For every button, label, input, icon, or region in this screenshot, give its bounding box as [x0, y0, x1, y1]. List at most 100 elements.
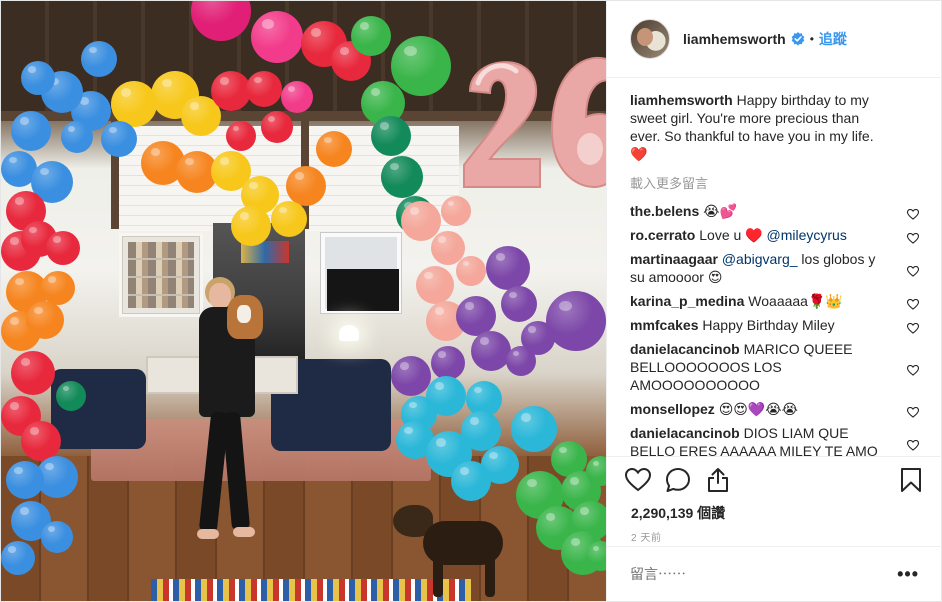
comment-like-heart-icon[interactable]: [906, 263, 920, 277]
like-count[interactable]: 2,290,139 個讚: [623, 503, 926, 523]
tv: [327, 269, 399, 311]
balloon: [416, 266, 454, 304]
comment-username[interactable]: ro.cerrato: [630, 227, 695, 243]
avatar[interactable]: [630, 19, 670, 59]
balloon: [271, 201, 307, 237]
separator-dot: •: [809, 32, 814, 46]
comment-row: ro.cerrato Love u ♥️ @mileycyrus: [630, 226, 920, 244]
balloon: [251, 11, 303, 63]
balloon: [391, 356, 431, 396]
balloon: [456, 256, 486, 286]
balloon: [391, 36, 451, 96]
balloon: [21, 61, 55, 95]
post-photo[interactable]: [1, 1, 606, 601]
comments-list[interactable]: liamhemsworth Happy birthday to my sweet…: [607, 79, 942, 456]
add-comment-bar: •••: [607, 546, 942, 601]
balloon: [211, 71, 251, 111]
verified-badge-icon: [791, 32, 805, 46]
balloon: [231, 206, 271, 246]
comment-input[interactable]: [630, 566, 898, 582]
caption-username[interactable]: liamhemsworth: [630, 92, 733, 108]
post-actions: 2,290,139 個讚 2 天前: [607, 456, 942, 546]
comment-row: karina_p_medina Woaaaaa🌹👑: [630, 292, 920, 310]
comment-like-heart-icon[interactable]: [906, 437, 920, 451]
balloon: [461, 411, 501, 451]
load-more-comments-link[interactable]: 載入更多留言: [630, 173, 919, 192]
bookmark-icon[interactable]: [896, 465, 926, 495]
comment-username[interactable]: monsellopez: [630, 401, 715, 417]
balloon: [506, 346, 536, 376]
comment-row: mmfcakes Happy Birthday Miley: [630, 316, 920, 334]
follow-button[interactable]: 追蹤: [819, 29, 847, 49]
comment-text: 😍😍💜😭😭: [718, 401, 799, 417]
balloon: [486, 246, 530, 290]
more-options-button[interactable]: •••: [897, 564, 919, 585]
comment-username[interactable]: karina_p_medina: [630, 293, 744, 309]
dog: [393, 501, 523, 601]
balloon: [441, 196, 471, 226]
comment-row: danielacancinob MARICO QUEEE BELLOOOOOOO…: [630, 340, 920, 394]
comment-bubble-icon[interactable]: [663, 465, 693, 495]
balloon: [101, 121, 137, 157]
caption: liamhemsworth Happy birthday to my sweet…: [630, 91, 919, 163]
comment-username[interactable]: danielacancinob: [630, 341, 740, 357]
balloon: [41, 271, 75, 305]
comment-username[interactable]: martinaagaar: [630, 251, 718, 267]
comment-like-heart-icon[interactable]: [906, 230, 920, 244]
balloon: [21, 421, 61, 461]
instagram-post: liamhemsworth • 追蹤 liamhemsworth Happy b…: [0, 0, 942, 602]
comment-row: monsellopez 😍😍💜😭😭: [630, 400, 920, 418]
balloon: [381, 156, 423, 198]
comment-username[interactable]: mmfcakes: [630, 317, 699, 333]
balloon: [41, 521, 73, 553]
balloon: [451, 461, 491, 501]
comment-like-heart-icon[interactable]: [906, 404, 920, 418]
heart-icon[interactable]: [623, 465, 653, 495]
woman-holding-dog: [197, 277, 263, 562]
bookshelf: [119, 233, 203, 317]
comment-text: Love u ♥️: [699, 227, 767, 243]
balloon: [61, 121, 93, 153]
comment-row: martinaagaar @abigvarg_ los globos y su …: [630, 250, 920, 286]
balloon: [26, 301, 64, 339]
balloon: [11, 351, 55, 395]
comment-text: Happy Birthday Miley: [702, 317, 835, 333]
post-sidebar: liamhemsworth • 追蹤 liamhemsworth Happy b…: [606, 1, 942, 601]
balloon: [281, 81, 313, 113]
balloon: [11, 111, 51, 151]
balloon: [316, 131, 352, 167]
balloon: [81, 41, 117, 77]
balloon: [546, 291, 606, 351]
comment-text: Woaaaaa🌹👑: [748, 293, 843, 309]
balloon: [456, 296, 496, 336]
share-icon[interactable]: [703, 465, 733, 495]
balloon: [226, 121, 256, 151]
comment-mention[interactable]: @mileycyrus: [767, 227, 847, 243]
balloon: [351, 16, 391, 56]
balloon: [426, 376, 466, 416]
comment-row: danielacancinob DIOS LIAM QUE BELLO ERES…: [630, 424, 920, 456]
username[interactable]: liamhemsworth: [683, 31, 786, 47]
comment-text: 😭💕: [703, 203, 737, 219]
balloon: [431, 346, 465, 380]
comment-row: the.belens 😭💕: [630, 202, 920, 220]
comment-mention[interactable]: @abigvarg_: [722, 251, 798, 267]
comment-like-heart-icon[interactable]: [906, 362, 920, 376]
number-balloon-2: [463, 61, 541, 188]
caption-emoji: ❤️: [630, 146, 648, 162]
balloon: [56, 381, 86, 411]
comment-username[interactable]: the.belens: [630, 203, 699, 219]
comment-username[interactable]: danielacancinob: [630, 425, 740, 441]
balloon: [246, 71, 282, 107]
balloon: [1, 541, 35, 575]
comment-like-heart-icon[interactable]: [906, 206, 920, 220]
beagle-dog: [227, 295, 263, 339]
post-timestamp[interactable]: 2 天前: [623, 529, 926, 544]
balloon: [46, 231, 80, 265]
balloon: [371, 116, 411, 156]
balloon: [286, 166, 326, 206]
comment-like-heart-icon[interactable]: [906, 296, 920, 310]
post-header: liamhemsworth • 追蹤: [607, 1, 942, 78]
comment-like-heart-icon[interactable]: [906, 320, 920, 334]
balloon: [471, 331, 511, 371]
